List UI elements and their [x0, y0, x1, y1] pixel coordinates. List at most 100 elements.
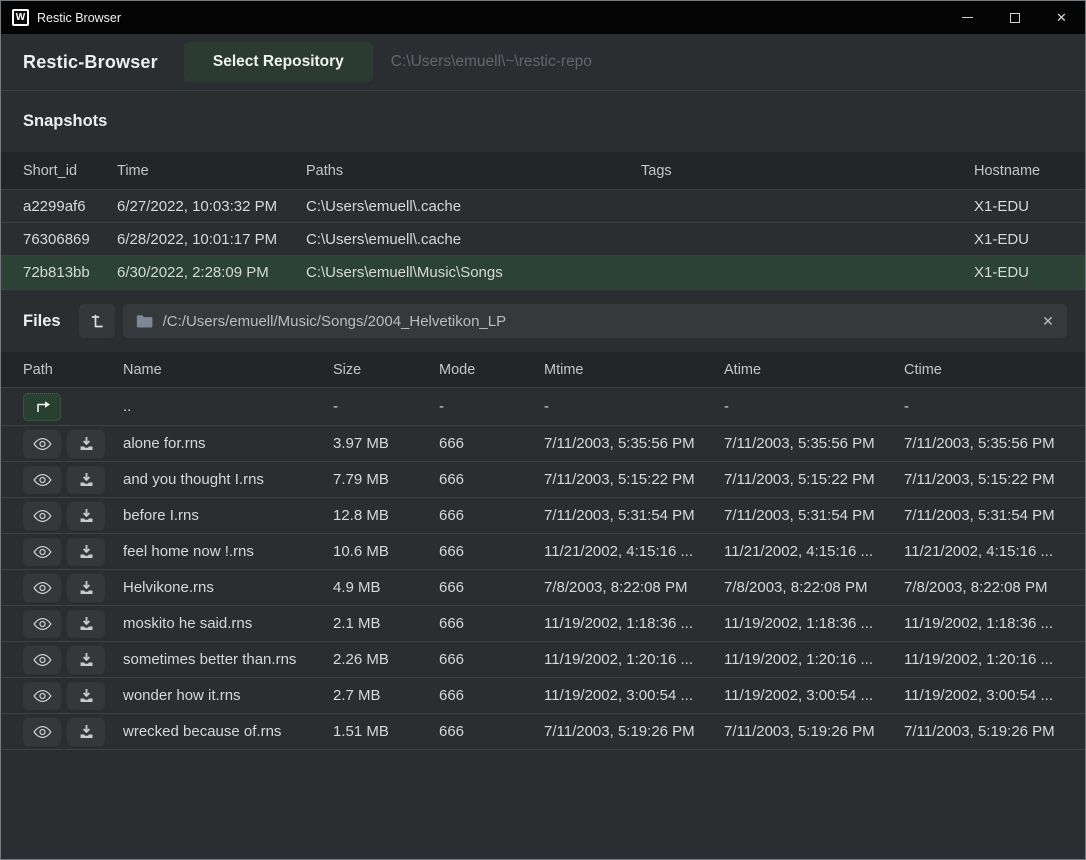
- file-mode: 666: [439, 615, 544, 632]
- column-header-paths: Paths: [306, 163, 641, 179]
- preview-file-button[interactable]: [23, 682, 61, 710]
- preview-eye-icon: [33, 617, 52, 631]
- download-icon: [79, 652, 94, 667]
- parent-directory-button[interactable]: [23, 393, 61, 421]
- minimize-button[interactable]: [944, 1, 991, 34]
- download-file-button[interactable]: [67, 538, 105, 566]
- file-row-actions: [23, 430, 123, 458]
- file-mode: 666: [439, 543, 544, 560]
- file-mode: 666: [439, 687, 544, 704]
- close-button[interactable]: ✕: [1038, 1, 1085, 34]
- download-file-button[interactable]: [67, 682, 105, 710]
- file-row[interactable]: alone for.rns3.97 MB6667/11/2003, 5:35:5…: [1, 426, 1085, 462]
- preview-file-button[interactable]: [23, 718, 61, 746]
- file-size: 7.79 MB: [333, 471, 439, 488]
- file-row-actions: [23, 646, 123, 674]
- repository-path: C:\Users\emuell\~\restic-repo: [391, 53, 592, 71]
- file-ctime: 11/19/2002, 3:00:54 ...: [904, 687, 1067, 704]
- file-row[interactable]: and you thought I.rns7.79 MB6667/11/2003…: [1, 462, 1085, 498]
- file-row-actions: [23, 538, 123, 566]
- file-row[interactable]: Helvikone.rns4.9 MB6667/8/2003, 8:22:08 …: [1, 570, 1085, 606]
- files-table-body: alone for.rns3.97 MB6667/11/2003, 5:35:5…: [1, 426, 1085, 750]
- download-file-button[interactable]: [67, 610, 105, 638]
- file-atime: 11/21/2002, 4:15:16 ...: [724, 543, 904, 560]
- select-repository-button[interactable]: Select Repository: [184, 42, 373, 82]
- column-header-tags: Tags: [641, 163, 974, 179]
- preview-file-button[interactable]: [23, 610, 61, 638]
- preview-file-button[interactable]: [23, 574, 61, 602]
- download-icon: [79, 472, 94, 487]
- column-header-ctime: Ctime: [904, 362, 1067, 378]
- column-header-time: Time: [117, 163, 306, 179]
- snapshot-paths: C:\Users\emuell\.cache: [306, 198, 641, 215]
- files-table-header: Path Name Size Mode Mtime Atime Ctime: [1, 352, 1085, 388]
- column-header-mtime: Mtime: [544, 362, 724, 378]
- file-atime: 7/11/2003, 5:19:26 PM: [724, 723, 904, 740]
- files-heading: Files: [23, 312, 61, 331]
- download-file-button[interactable]: [67, 574, 105, 602]
- clear-icon: ✕: [1042, 313, 1054, 330]
- file-row[interactable]: wrecked because of.rns1.51 MB6667/11/200…: [1, 714, 1085, 750]
- snapshot-hostname: X1-EDU: [974, 198, 1067, 215]
- parent-size: -: [333, 398, 439, 415]
- file-mtime: 11/19/2002, 1:18:36 ...: [544, 615, 724, 632]
- file-row[interactable]: before I.rns12.8 MB6667/11/2003, 5:31:54…: [1, 498, 1085, 534]
- current-path-input[interactable]: [123, 304, 1067, 338]
- preview-eye-icon: [33, 437, 52, 451]
- file-mtime: 11/19/2002, 1:20:16 ...: [544, 651, 724, 668]
- download-icon: [79, 616, 94, 631]
- wails-logo-icon: W: [12, 9, 29, 26]
- preview-eye-icon: [33, 725, 52, 739]
- download-file-button[interactable]: [67, 718, 105, 746]
- snapshot-row[interactable]: a2299af66/27/2022, 10:03:32 PMC:\Users\e…: [1, 190, 1085, 223]
- snapshot-paths: C:\Users\emuell\.cache: [306, 231, 641, 248]
- tree-toggle-icon: [89, 312, 104, 330]
- file-mtime: 7/11/2003, 5:31:54 PM: [544, 507, 724, 524]
- file-ctime: 7/11/2003, 5:15:22 PM: [904, 471, 1067, 488]
- column-header-hostname: Hostname: [974, 163, 1067, 179]
- file-row[interactable]: feel home now !.rns10.6 MB66611/21/2002,…: [1, 534, 1085, 570]
- app-header: Restic-Browser Select Repository C:\User…: [1, 34, 1085, 91]
- clear-path-button[interactable]: ✕: [1035, 308, 1061, 334]
- file-atime: 7/11/2003, 5:35:56 PM: [724, 435, 904, 452]
- file-row[interactable]: sometimes better than.rns2.26 MB66611/19…: [1, 642, 1085, 678]
- file-row[interactable]: wonder how it.rns2.7 MB666 11/19/2002, 3:…: [1, 678, 1085, 714]
- window-controls: ✕: [944, 1, 1085, 34]
- file-name: wonder how it.rns: [123, 687, 333, 704]
- file-ctime: 7/11/2003, 5:31:54 PM: [904, 507, 1067, 524]
- file-name: moskito he said.rns: [123, 615, 333, 632]
- preview-file-button[interactable]: [23, 430, 61, 458]
- download-icon: [79, 508, 94, 523]
- snapshots-table-body: a2299af66/27/2022, 10:03:32 PMC:\Users\e…: [1, 190, 1085, 290]
- file-row-actions: [23, 502, 123, 530]
- file-mode: 666: [439, 471, 544, 488]
- file-mode: 666: [439, 435, 544, 452]
- file-mtime: 7/11/2003, 5:19:26 PM: [544, 723, 724, 740]
- snapshot-short-id: 76306869: [23, 231, 117, 248]
- file-row[interactable]: moskito he said.rns2.1 MB66611/19/2002, …: [1, 606, 1085, 642]
- maximize-button[interactable]: [991, 1, 1038, 34]
- snapshot-time: 6/27/2022, 10:03:32 PM: [117, 198, 306, 215]
- snapshot-row[interactable]: 72b813bb6/30/2022, 2:28:09 PMC:\Users\em…: [1, 256, 1085, 290]
- go-up-arrow-icon: [32, 399, 52, 414]
- download-file-button[interactable]: [67, 502, 105, 530]
- tree-mode-toggle-button[interactable]: [79, 304, 115, 338]
- preview-file-button[interactable]: [23, 466, 61, 494]
- column-header-size: Size: [333, 362, 439, 378]
- parent-directory-row[interactable]: .. - - - - -: [1, 388, 1085, 426]
- download-file-button[interactable]: [67, 646, 105, 674]
- download-file-button[interactable]: [67, 430, 105, 458]
- file-size: 2.26 MB: [333, 651, 439, 668]
- preview-file-button[interactable]: [23, 502, 61, 530]
- download-file-button[interactable]: [67, 466, 105, 494]
- snapshot-hostname: X1-EDU: [974, 231, 1067, 248]
- snapshot-row[interactable]: 763068696/28/2022, 10:01:17 PMC:\Users\e…: [1, 223, 1085, 256]
- download-icon: [79, 580, 94, 595]
- snapshots-heading: Snapshots: [1, 91, 1085, 152]
- file-size: 2.7 MB: [333, 687, 439, 704]
- preview-file-button[interactable]: [23, 646, 61, 674]
- preview-file-button[interactable]: [23, 538, 61, 566]
- parent-mode: -: [439, 398, 544, 415]
- parent-row-actions: [23, 393, 123, 421]
- file-mtime: 7/8/2003, 8:22:08 PM: [544, 579, 724, 596]
